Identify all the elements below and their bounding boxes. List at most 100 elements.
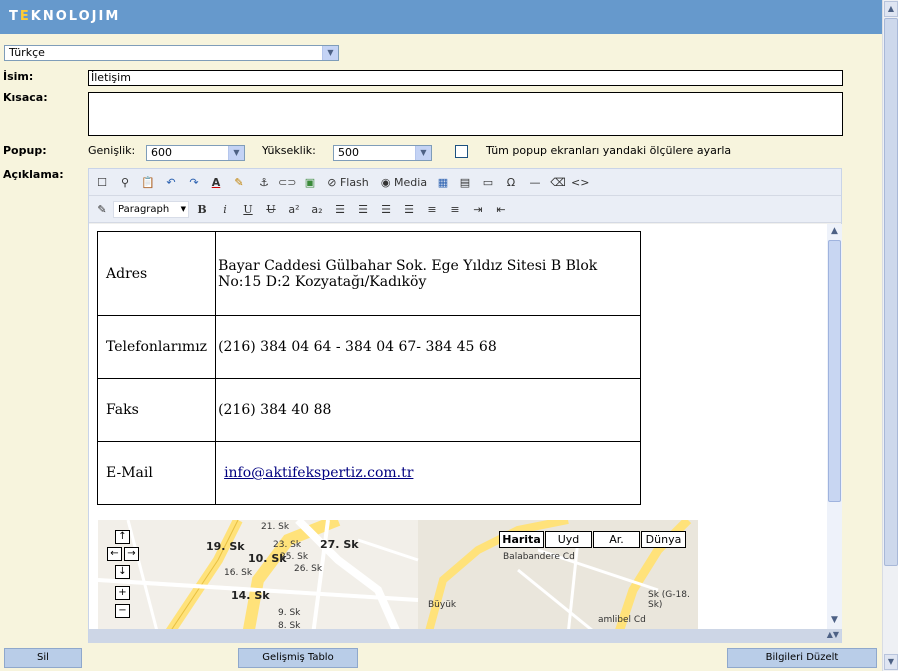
table-row: Faks (216) 384 40 88 <box>96 378 641 442</box>
italic-button[interactable]: i <box>216 201 234 218</box>
map-type-uydu[interactable]: Uyd <box>545 531 592 548</box>
map-street-label: Balabandere Cd <box>503 552 575 562</box>
indent-icon[interactable]: ⇥ <box>469 201 487 218</box>
text-color-icon[interactable]: A <box>207 174 225 191</box>
map-street-label: 8. Sk <box>278 621 301 629</box>
undo-icon[interactable]: ↶ <box>162 174 180 191</box>
embedded-map[interactable]: ↑ ← → ↓ + − Harita Uyd Ar. Dünya 19. Sk … <box>98 520 698 629</box>
highlight-color-icon[interactable]: ✎ <box>230 174 248 191</box>
map-street-label: amlibel Cd <box>598 615 646 625</box>
anchor-icon[interactable]: ⚓ <box>255 174 273 191</box>
scroll-down-icon[interactable]: ▼ <box>884 654 898 670</box>
paste-icon[interactable]: 📋 <box>139 174 157 191</box>
map-street-label: 23. Sk <box>273 540 302 550</box>
eraser-icon[interactable]: ⌫ <box>549 174 567 191</box>
map-street-label: 27. Sk <box>320 538 359 551</box>
scrollbar-thumb[interactable] <box>884 18 898 566</box>
map-pan-down-icon[interactable]: ↓ <box>115 565 130 579</box>
chevron-down-icon: ▼ <box>180 205 186 213</box>
scroll-up-icon[interactable]: ▲ <box>827 224 842 239</box>
width-label: Genişlik: <box>88 144 136 157</box>
align-justify-icon[interactable]: ☰ <box>400 201 418 218</box>
popup-width-value: 600 <box>151 146 172 159</box>
table-cell-key: Faks <box>96 378 217 442</box>
table-cell-value: info@aktifekspertiz.com.tr <box>215 441 641 505</box>
rich-text-editor: ☐ ⚲ 📋 ↶ ↷ A ✎ ⚓ ⊂⊃ ▣ ⊘ Flash ◉ Media ▦ ▤… <box>88 168 842 643</box>
scroll-up-icon[interactable]: ▲ <box>884 1 898 17</box>
strikethrough-button[interactable]: U <box>262 201 280 218</box>
superscript-button[interactable]: a² <box>285 201 303 218</box>
horizontal-rule-icon[interactable]: — <box>526 174 544 191</box>
popup-height-value: 500 <box>338 146 359 159</box>
name-label: İsim: <box>3 70 34 83</box>
table-cell-value: (216) 384 04 64 - 384 04 67- 384 45 68 <box>215 315 641 379</box>
popup-height-select[interactable]: 500 ▼ <box>333 145 432 161</box>
contact-table: Adres Bayar Caddesi Gülbahar Sok. Ege Yı… <box>96 231 641 505</box>
popup-all-label: Tüm popup ekranları yandaki ölçülere aya… <box>486 144 732 157</box>
description-label: Açıklama: <box>3 168 64 181</box>
map-zoom-out-icon[interactable]: − <box>115 604 130 618</box>
media-icon: ◉ <box>380 176 391 189</box>
media-button[interactable]: ◉ Media <box>379 174 429 191</box>
language-select[interactable]: Türkçe ▼ <box>4 45 339 61</box>
map-street-label: 25. Sk <box>280 552 309 562</box>
redo-icon[interactable]: ↷ <box>185 174 203 191</box>
map-street-label: 26. Sk <box>294 564 323 574</box>
chevron-down-icon: ▼ <box>415 146 431 160</box>
height-label: Yükseklik: <box>262 144 316 157</box>
map-pan-up-icon[interactable]: ↑ <box>115 530 130 544</box>
short-description-textarea[interactable] <box>88 92 843 136</box>
special-char-icon[interactable]: Ω <box>502 174 520 191</box>
app-logo: TEKNOLOJIM <box>9 9 121 24</box>
ordered-list-icon[interactable]: ≡ <box>423 201 441 218</box>
map-type-arazi[interactable]: Ar. <box>593 531 640 548</box>
map-street-label: 9. Sk <box>278 608 301 618</box>
bold-button[interactable]: B <box>193 201 211 218</box>
outdent-icon[interactable]: ⇤ <box>492 201 510 218</box>
popup-all-checkbox[interactable] <box>455 145 468 158</box>
update-info-button[interactable]: Bilgileri Düzelt <box>727 648 877 668</box>
image-icon[interactable]: ▣ <box>301 174 319 191</box>
align-right-icon[interactable]: ☰ <box>377 201 395 218</box>
editor-scrollbar[interactable]: ▲ ▼ <box>827 224 842 629</box>
table-row: E-Mail info@aktifekspertiz.com.tr <box>96 441 641 505</box>
format-select-value: Paragraph <box>118 204 170 215</box>
resize-icon[interactable]: ▲▼ <box>827 630 839 639</box>
align-left-icon[interactable]: ☰ <box>331 201 349 218</box>
popup-width-select[interactable]: 600 ▼ <box>146 145 245 161</box>
map-type-dunya[interactable]: Dünya <box>641 531 686 548</box>
map-street-label: Büyük <box>428 600 457 610</box>
name-input[interactable]: İletişim <box>88 70 843 86</box>
flash-label: Flash <box>339 176 369 189</box>
unordered-list-icon[interactable]: ≡ <box>446 201 464 218</box>
table-icon[interactable]: ▦ <box>434 174 452 191</box>
find-icon[interactable]: ⚲ <box>116 174 134 191</box>
table-cell-key: Adres <box>96 231 217 316</box>
window-scrollbar[interactable]: ▲ ▼ <box>882 0 898 671</box>
chevron-down-icon: ▼ <box>322 46 338 60</box>
editor-content-area[interactable]: Adres Bayar Caddesi Gülbahar Sok. Ege Yı… <box>89 224 827 629</box>
map-pan-left-icon[interactable]: ← <box>107 547 122 561</box>
editor-scrollbar-thumb[interactable] <box>828 240 841 502</box>
scroll-down-icon[interactable]: ▼ <box>827 613 842 628</box>
short-description-label: Kısaca: <box>3 91 48 104</box>
delete-button[interactable]: Sil <box>4 648 82 668</box>
align-center-icon[interactable]: ☰ <box>354 201 372 218</box>
template-icon[interactable]: ▭ <box>479 174 497 191</box>
new-document-icon[interactable]: ☐ <box>93 174 111 191</box>
table-edit-icon[interactable]: ▤ <box>456 174 474 191</box>
source-code-icon[interactable]: <> <box>571 174 589 191</box>
flash-button[interactable]: ⊘ Flash <box>325 174 371 191</box>
map-type-harita[interactable]: Harita <box>499 531 544 548</box>
map-zoom-in-icon[interactable]: + <box>115 586 130 600</box>
underline-button[interactable]: U <box>239 201 257 218</box>
map-pan-right-icon[interactable]: → <box>124 547 139 561</box>
flash-icon: ⊘ <box>327 176 337 189</box>
advanced-table-button[interactable]: Gelişmiş Tablo <box>238 648 358 668</box>
email-link[interactable]: info@aktifekspertiz.com.tr <box>224 465 413 481</box>
format-select[interactable]: Paragraph ▼ <box>113 201 189 218</box>
subscript-button[interactable]: a₂ <box>308 201 326 218</box>
style-edit-icon[interactable]: ✎ <box>93 201 111 218</box>
map-street-label: Sk (G-18. Sk) <box>648 590 690 610</box>
link-icon[interactable]: ⊂⊃ <box>278 174 296 191</box>
